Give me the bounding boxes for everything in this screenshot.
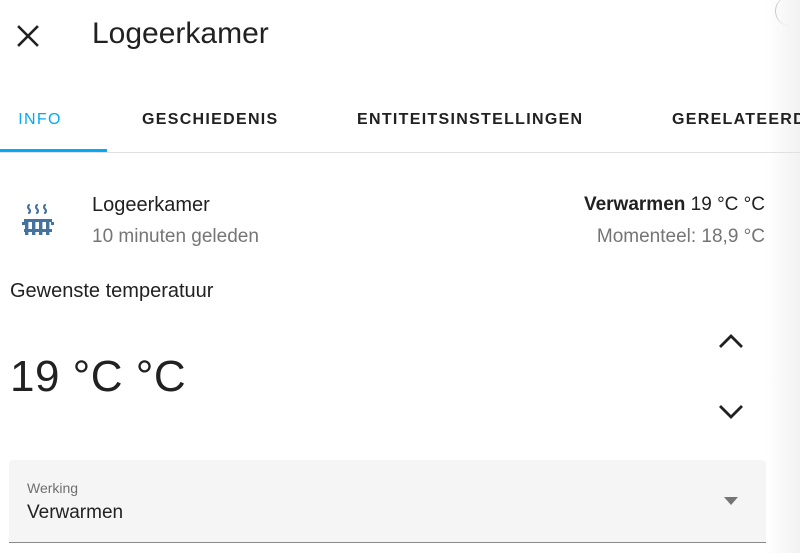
tab-entiteitsinstellingen[interactable]: ENTITEITSINSTELLINGEN (357, 88, 583, 152)
active-tab-indicator (0, 149, 107, 152)
dialog-edge-shadow (766, 0, 800, 553)
operation-mode-value: Verwarmen (27, 502, 124, 523)
temperature-down-button[interactable] (710, 391, 752, 433)
entity-name: Logeerkamer (92, 194, 210, 216)
tab-geschiedenis[interactable]: GESCHIEDENIS (142, 88, 279, 152)
operation-mode-select[interactable]: Werking Verwarmen (9, 460, 766, 543)
entity-state: Verwarmen 19 °C °C (584, 192, 765, 218)
radiator-icon (22, 203, 54, 235)
close-button[interactable] (10, 18, 46, 54)
operation-mode-label: Werking (27, 480, 79, 496)
state-target: 19 °C °C (690, 194, 765, 215)
state-mode: Verwarmen (583, 194, 686, 215)
temperature-up-button[interactable] (710, 320, 752, 362)
tab-gerelateerd[interactable]: GERELATEERD (672, 88, 800, 152)
current-temperature: Momenteel: 18,9 °C (596, 226, 765, 247)
last-changed: 10 minuten geleden (92, 226, 259, 247)
tab-bar: INFO GESCHIEDENIS ENTITEITSINSTELLINGEN … (0, 88, 800, 153)
dialog-title: Logeerkamer (92, 17, 269, 50)
chevron-down-icon (719, 405, 743, 419)
tab-info[interactable]: INFO (0, 88, 80, 152)
target-temperature-value: 19 °C °C (10, 352, 187, 401)
dropdown-arrow-icon (724, 497, 738, 505)
close-icon (17, 25, 39, 47)
target-temperature-label: Gewenste temperatuur (10, 280, 214, 302)
chevron-up-icon (719, 334, 743, 348)
